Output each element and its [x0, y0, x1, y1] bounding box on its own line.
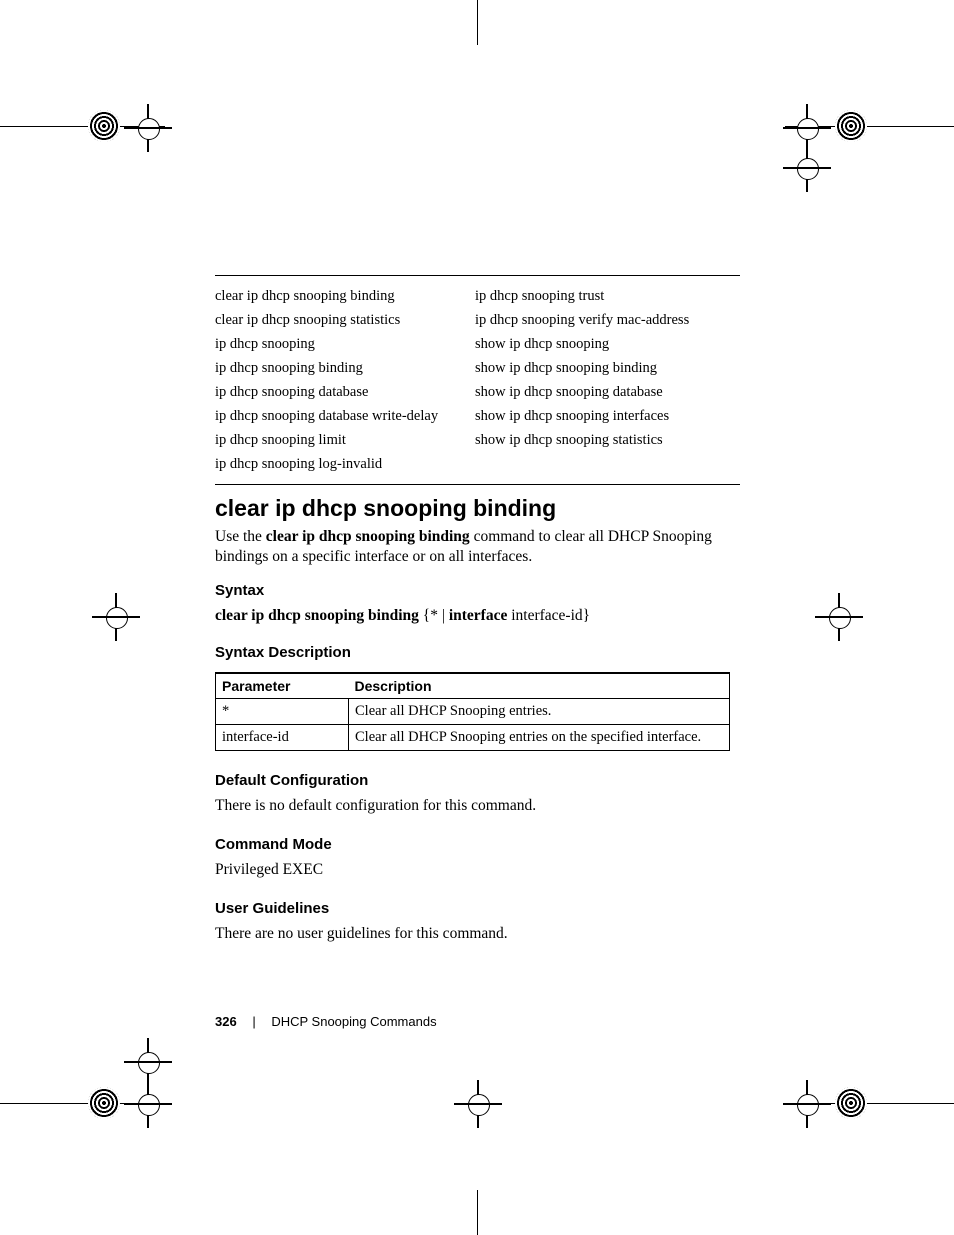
- table-header-row: Parameter Description: [216, 673, 730, 699]
- intro-text: Use the: [215, 528, 266, 545]
- column-header-description: Description: [349, 673, 730, 699]
- table-row: clear ip dhcp snooping bindingip dhcp sn…: [215, 284, 740, 308]
- command-link[interactable]: show ip dhcp snooping interfaces: [475, 404, 735, 428]
- footer-separator: |: [252, 1014, 255, 1029]
- command-link[interactable]: ip dhcp snooping binding: [215, 356, 475, 380]
- command-mode-heading: Command Mode: [215, 836, 332, 853]
- chapter-name: DHCP Snooping Commands: [271, 1014, 436, 1029]
- syntax-line: clear ip dhcp snooping binding {* | inte…: [215, 607, 590, 625]
- description-cell: Clear all DHCP Snooping entries.: [349, 699, 730, 725]
- command-link[interactable]: ip dhcp snooping log-invalid: [215, 452, 475, 476]
- registration-crosshair-icon: [793, 1090, 821, 1118]
- registration-radial-icon: [88, 1087, 120, 1119]
- table-row: ip dhcp snoopingshow ip dhcp snooping: [215, 332, 740, 356]
- command-link[interactable]: clear ip dhcp snooping statistics: [215, 308, 475, 332]
- registration-radial-icon: [835, 1087, 867, 1119]
- registration-crosshair-icon: [134, 1048, 162, 1076]
- default-configuration-heading: Default Configuration: [215, 772, 368, 789]
- command-link: [475, 452, 735, 476]
- user-guidelines-text: There are no user guidelines for this co…: [215, 925, 508, 943]
- command-link[interactable]: clear ip dhcp snooping binding: [215, 284, 475, 308]
- command-link[interactable]: ip dhcp snooping database: [215, 380, 475, 404]
- registration-crosshair-icon: [793, 154, 821, 182]
- syntax-keyword: interface: [449, 607, 508, 624]
- table-row: interface-id Clear all DHCP Snooping ent…: [216, 725, 730, 751]
- description-cell: Clear all DHCP Snooping entries on the s…: [349, 725, 730, 751]
- command-link[interactable]: show ip dhcp snooping binding: [475, 356, 735, 380]
- command-link[interactable]: show ip dhcp snooping database: [475, 380, 735, 404]
- syntax-command: clear ip dhcp snooping binding: [215, 607, 419, 624]
- page-number: 326: [215, 1014, 237, 1029]
- table-row: ip dhcp snooping bindingshow ip dhcp sno…: [215, 356, 740, 380]
- table-row: ip dhcp snooping limitshow ip dhcp snoop…: [215, 428, 740, 452]
- syntax-description-heading: Syntax Description: [215, 644, 351, 661]
- table-row: * Clear all DHCP Snooping entries.: [216, 699, 730, 725]
- registration-crosshair-icon: [134, 1090, 162, 1118]
- command-link[interactable]: show ip dhcp snooping: [475, 332, 735, 356]
- parameter-cell: interface-id: [216, 725, 349, 751]
- table-row: ip dhcp snooping log-invalid: [215, 452, 740, 476]
- page-footer: 326 | DHCP Snooping Commands: [215, 1014, 437, 1029]
- parameter-cell: *: [216, 699, 349, 725]
- section-heading: clear ip dhcp snooping binding: [215, 495, 556, 522]
- command-list-table: clear ip dhcp snooping bindingip dhcp sn…: [215, 275, 740, 485]
- registration-crosshair-icon: [464, 1090, 492, 1118]
- command-link[interactable]: show ip dhcp snooping statistics: [475, 428, 735, 452]
- registration-crosshair-icon: [134, 114, 162, 142]
- user-guidelines-heading: User Guidelines: [215, 900, 329, 917]
- registration-crosshair-icon: [102, 603, 130, 631]
- command-mode-text: Privileged EXEC: [215, 861, 323, 879]
- command-link[interactable]: ip dhcp snooping limit: [215, 428, 475, 452]
- syntax-text: interface-id}: [507, 607, 590, 624]
- command-link[interactable]: ip dhcp snooping: [215, 332, 475, 356]
- command-link[interactable]: ip dhcp snooping database write-delay: [215, 404, 475, 428]
- registration-radial-icon: [835, 110, 867, 142]
- syntax-heading: Syntax: [215, 582, 264, 599]
- default-configuration-text: There is no default configuration for th…: [215, 797, 536, 815]
- table-row: ip dhcp snooping databaseshow ip dhcp sn…: [215, 380, 740, 404]
- command-link[interactable]: ip dhcp snooping verify mac-address: [475, 308, 735, 332]
- table-row: clear ip dhcp snooping statisticsip dhcp…: [215, 308, 740, 332]
- registration-crosshair-icon: [793, 114, 821, 142]
- intro-paragraph: Use the clear ip dhcp snooping binding c…: [215, 527, 740, 567]
- registration-radial-icon: [88, 110, 120, 142]
- intro-bold: clear ip dhcp snooping binding: [266, 528, 470, 545]
- registration-crosshair-icon: [825, 603, 853, 631]
- table-row: ip dhcp snooping database write-delaysho…: [215, 404, 740, 428]
- syntax-text: {* |: [419, 607, 449, 624]
- command-link[interactable]: ip dhcp snooping trust: [475, 284, 735, 308]
- parameter-table: Parameter Description * Clear all DHCP S…: [215, 672, 730, 751]
- column-header-parameter: Parameter: [216, 673, 349, 699]
